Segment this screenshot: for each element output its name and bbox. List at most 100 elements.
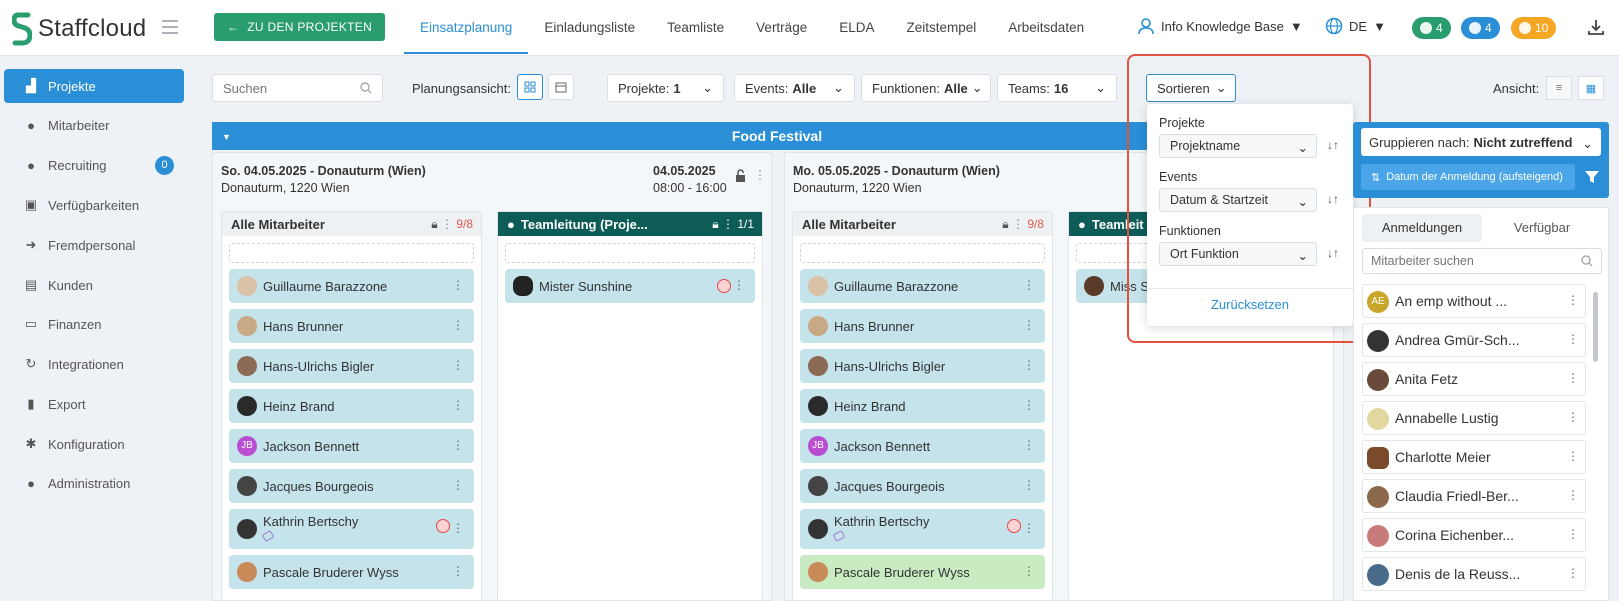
sidebar-item-fremdpersonal[interactable]: ➜ Fremdpersonal (4, 228, 184, 262)
more-vertical-icon[interactable]: ⋮ (441, 217, 453, 231)
more-vertical-icon[interactable]: ⋮ (452, 359, 464, 371)
teams-filter[interactable]: Teams: 16 ⌄ (997, 74, 1117, 102)
grid-view-button[interactable] (517, 74, 543, 100)
filter-funnel-icon[interactable] (1585, 171, 1599, 183)
more-vertical-icon[interactable]: ⋮ (722, 217, 734, 231)
employee-card[interactable]: Jacques Bourgeois ⋮ (229, 469, 474, 503)
more-vertical-icon[interactable]: ⋮ (1567, 293, 1579, 307)
language-select[interactable]: DE ▼ (1325, 17, 1386, 35)
table-view-button[interactable]: ▦ (1578, 76, 1604, 100)
sidebar-item-mitarbeiter[interactable]: ● Mitarbeiter (4, 108, 184, 142)
more-vertical-icon[interactable]: ⋮ (1023, 279, 1035, 291)
date-sort-button[interactable]: ⇅ Datum der Anmeldung (aufsteigend) (1361, 164, 1575, 190)
employee-card[interactable]: Hans-Ulrichs Bigler ⋮ (800, 349, 1045, 383)
sidebar-item-recruiting[interactable]: ● Recruiting 0 (4, 148, 184, 182)
sidebar-item-verfuegbarkeiten[interactable]: ▣ Verfügbarkeiten (4, 188, 184, 222)
clock-badge[interactable]: 10 (1511, 17, 1557, 39)
employee-card[interactable]: Kathrin Bertschy ⋮ (229, 509, 474, 549)
more-vertical-icon[interactable]: ⋮ (452, 565, 464, 577)
more-vertical-icon[interactable]: ⋮ (1023, 439, 1035, 451)
user-menu[interactable]: Info Knowledge Base ▼ (1137, 17, 1303, 35)
notification-badge[interactable]: 4 (1461, 17, 1500, 39)
sidebar-item-finanzen[interactable]: ▭ Finanzen (4, 307, 184, 341)
back-to-projects-button[interactable]: ← ZU DEN PROJEKTEN (214, 13, 385, 41)
employee-card[interactable]: Heinz Brand ⋮ (800, 389, 1045, 423)
tab-vertraege[interactable]: Verträge (740, 0, 823, 54)
employee-card[interactable]: Heinz Brand ⋮ (229, 389, 474, 423)
lock-icon[interactable]: 🔒︎ (1002, 217, 1008, 231)
more-vertical-icon[interactable]: ⋮ (1567, 371, 1579, 385)
list-item[interactable]: Charlotte Meier ⋮ (1362, 440, 1586, 474)
more-vertical-icon[interactable]: ⋮ (1023, 479, 1035, 491)
employee-search-input[interactable] (1363, 249, 1563, 273)
list-item[interactable]: Claudia Friedl-Ber... ⋮ (1362, 479, 1586, 513)
list-item[interactable]: Corina Eichenber... ⋮ (1362, 518, 1586, 552)
drop-zone[interactable] (229, 243, 474, 263)
sidebar-item-konfiguration[interactable]: ✱ Konfiguration (4, 427, 184, 461)
tab-teamliste[interactable]: Teamliste (651, 0, 740, 54)
tab-zeitstempel[interactable]: Zeitstempel (891, 0, 993, 54)
employee-card[interactable]: Guillaume Barazzone ⋮ (229, 269, 474, 303)
employee-card[interactable]: Guillaume Barazzone ⋮ (800, 269, 1045, 303)
employee-card[interactable]: Jacques Bourgeois ⋮ (800, 469, 1045, 503)
more-vertical-icon[interactable]: ⋮ (1023, 565, 1035, 577)
more-vertical-icon[interactable]: ⋮ (452, 439, 464, 451)
logo[interactable]: Staffcloud (12, 12, 146, 46)
more-vertical-icon[interactable]: ⋮ (754, 168, 766, 182)
drop-zone[interactable] (800, 243, 1045, 263)
employee-card[interactable]: Kathrin Bertschy ⋮ (800, 509, 1045, 549)
more-vertical-icon[interactable]: ⋮ (1023, 522, 1035, 534)
sidebar-item-kunden[interactable]: ▤ Kunden (4, 268, 184, 302)
drop-zone[interactable] (505, 243, 755, 263)
more-vertical-icon[interactable]: ⋮ (1023, 359, 1035, 371)
more-vertical-icon[interactable]: ⋮ (1567, 566, 1579, 580)
tab-verfuegbar[interactable]: Verfügbar (1482, 214, 1602, 242)
more-vertical-icon[interactable]: ⋮ (1567, 527, 1579, 541)
more-vertical-icon[interactable]: ⋮ (733, 279, 745, 291)
chat-badge[interactable]: 4 (1412, 17, 1451, 39)
download-icon[interactable] (1587, 18, 1605, 36)
employee-card[interactable]: Mister Sunshine ⋮ (505, 269, 755, 303)
sidebar-item-integrationen[interactable]: ↻ Integrationen (4, 347, 184, 381)
lock-icon[interactable]: 🔒︎ (712, 217, 718, 231)
more-vertical-icon[interactable]: ⋮ (1567, 410, 1579, 424)
employee-card[interactable]: Pascale Bruderer Wyss ⋮ (800, 555, 1045, 589)
more-vertical-icon[interactable]: ⋮ (452, 522, 464, 534)
tab-elda[interactable]: ELDA (823, 0, 890, 54)
more-vertical-icon[interactable]: ⋮ (1023, 319, 1035, 331)
list-item[interactable]: Annabelle Lustig ⋮ (1362, 401, 1586, 435)
employee-card[interactable]: Hans Brunner ⋮ (800, 309, 1045, 343)
more-vertical-icon[interactable]: ⋮ (452, 279, 464, 291)
list-item[interactable]: Denis de la Reuss... ⋮ (1362, 557, 1586, 591)
tab-einsatzplanung[interactable]: Einsatzplanung (404, 0, 529, 54)
sidebar-item-export[interactable]: ▮ Export (4, 387, 184, 421)
sidebar-item-administration[interactable]: ● Administration (4, 466, 184, 500)
list-item[interactable]: AE An emp without ... ⋮ (1362, 284, 1586, 318)
more-vertical-icon[interactable]: ⋮ (1567, 332, 1579, 346)
tab-anmeldungen[interactable]: Anmeldungen (1362, 214, 1482, 242)
search-input[interactable] (213, 75, 343, 101)
more-vertical-icon[interactable]: ⋮ (452, 399, 464, 411)
employee-card[interactable]: JB Jackson Bennett ⋮ (800, 429, 1045, 463)
lock-icon[interactable]: 🔒︎ (431, 217, 437, 231)
tab-einladungsliste[interactable]: Einladungsliste (528, 0, 651, 54)
more-vertical-icon[interactable]: ⋮ (1567, 488, 1579, 502)
employee-card[interactable]: JB Jackson Bennett ⋮ (229, 429, 474, 463)
more-vertical-icon[interactable]: ⋮ (452, 319, 464, 331)
list-item[interactable]: Anita Fetz ⋮ (1362, 362, 1586, 396)
functions-filter[interactable]: Funktionen: Alle ⌄ (861, 74, 991, 102)
hamburger-menu-icon[interactable] (162, 20, 178, 38)
events-filter[interactable]: Events: Alle ⌄ (734, 74, 855, 102)
group-by-select[interactable]: Gruppieren nach: Nicht zutreffend ⌄ (1361, 128, 1601, 156)
scrollbar[interactable] (1593, 292, 1598, 362)
more-vertical-icon[interactable]: ⋮ (1023, 399, 1035, 411)
more-vertical-icon[interactable]: ⋮ (1012, 217, 1024, 231)
more-vertical-icon[interactable]: ⋮ (1567, 449, 1579, 463)
employee-card[interactable]: Hans Brunner ⋮ (229, 309, 474, 343)
lock-icon[interactable] (735, 169, 746, 185)
employee-card[interactable]: Hans-Ulrichs Bigler ⋮ (229, 349, 474, 383)
projects-filter[interactable]: Projekte: 1 ⌄ (607, 74, 724, 102)
more-vertical-icon[interactable]: ⋮ (452, 479, 464, 491)
list-item[interactable]: Andrea Gmür-Sch... ⋮ (1362, 323, 1586, 357)
employee-card[interactable]: Pascale Bruderer Wyss ⋮ (229, 555, 474, 589)
